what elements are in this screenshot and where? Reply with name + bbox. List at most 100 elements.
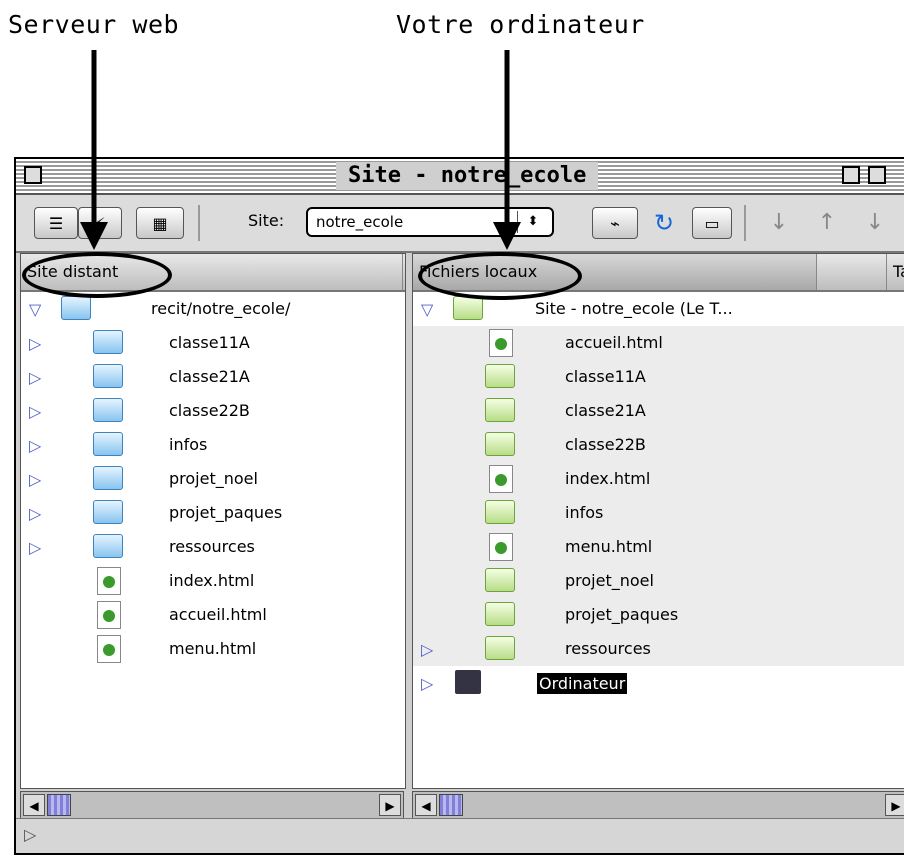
remote-list-item[interactable]: ▷ classe11A	[21, 326, 405, 360]
disclosure-closed-icon[interactable]: ▷	[29, 402, 43, 421]
local-list-item[interactable]: classe21A	[413, 394, 904, 428]
local-column-size: Tai	[887, 254, 904, 290]
status-bar: ▷	[16, 818, 904, 853]
local-root-label: Site - notre_ecole (Le T...	[535, 299, 733, 318]
collapse-box-icon[interactable]	[868, 166, 886, 184]
remote-list-item[interactable]: ▷ classe22B	[21, 394, 405, 428]
folder-icon	[485, 636, 515, 660]
folder-icon	[93, 500, 123, 524]
scroll-left-arrow-icon[interactable]: ◀	[415, 794, 437, 816]
folder-icon	[93, 432, 123, 456]
scroll-right-arrow-icon[interactable]: ▶	[885, 794, 904, 816]
local-list-item[interactable]: ▷ ressources	[413, 632, 904, 666]
local-list-item[interactable]: index.html	[413, 462, 904, 496]
toolbar-separator	[198, 205, 200, 241]
remote-list-item[interactable]: menu.html	[21, 632, 405, 666]
local-list-item[interactable]: menu.html	[413, 530, 904, 564]
disclosure-closed-icon[interactable]: ▷	[421, 674, 435, 693]
disclosure-closed-icon[interactable]: ▷	[29, 538, 43, 557]
zoom-box-icon[interactable]	[842, 166, 860, 184]
local-column-blank	[817, 254, 887, 290]
local-list-item[interactable]: classe11A	[413, 360, 904, 394]
remote-scrollbar[interactable]: ◀ ▶	[20, 791, 404, 819]
site-map-button[interactable]: ⚡	[78, 207, 122, 239]
local-item-label: classe22B	[565, 435, 646, 454]
status-disclosure-icon[interactable]: ▷	[24, 825, 36, 844]
close-box-icon[interactable]	[24, 166, 42, 184]
folder-icon	[93, 398, 123, 422]
remote-item-label: accueil.html	[169, 605, 267, 624]
toolbar-separator	[744, 205, 746, 241]
serveur-web-label: Serveur web	[8, 10, 180, 39]
html-file-icon	[97, 601, 121, 629]
html-file-icon	[489, 329, 513, 357]
site-files-button[interactable]: ▦	[136, 207, 184, 239]
folder-icon	[485, 432, 515, 456]
local-item-label: projet_paques	[565, 605, 679, 624]
folder-icon	[485, 500, 515, 524]
site-label: Site:	[248, 211, 285, 230]
computer-label: Ordinateur	[537, 673, 628, 694]
remote-item-label: infos	[169, 435, 208, 454]
disclosure-open-icon[interactable]: ▽	[29, 300, 43, 319]
folder-icon	[93, 364, 123, 388]
computer-row[interactable]: ▷ Ordinateur	[413, 666, 904, 700]
remote-item-label: classe22B	[169, 401, 250, 420]
site-select[interactable]: notre_ecole ⬍	[306, 207, 554, 237]
local-list-item[interactable]: projet_paques	[413, 598, 904, 632]
local-item-label: infos	[565, 503, 604, 522]
connect-button[interactable]: ⌁	[592, 207, 638, 239]
remote-root-label: recit/notre_ecole/	[151, 299, 291, 318]
local-list-item[interactable]: projet_noel	[413, 564, 904, 598]
sync-arrow-icon[interactable]: ↓	[860, 207, 890, 239]
remote-item-label: projet_noel	[169, 469, 258, 488]
remote-list-item[interactable]: ▷ projet_noel	[21, 462, 405, 496]
remote-item-label: menu.html	[169, 639, 257, 658]
local-list-item[interactable]: infos	[413, 496, 904, 530]
remote-list-item[interactable]: accueil.html	[21, 598, 405, 632]
html-file-icon	[97, 635, 121, 663]
remote-item-label: classe21A	[169, 367, 250, 386]
refresh-icon[interactable]: ↻	[646, 207, 682, 239]
disclosure-closed-icon[interactable]: ▷	[421, 640, 435, 659]
folder-icon	[485, 568, 515, 592]
folder-icon	[93, 534, 123, 558]
html-file-icon	[97, 567, 121, 595]
local-item-label: menu.html	[565, 537, 653, 556]
remote-list-item[interactable]: ▷ infos	[21, 428, 405, 462]
scroll-right-arrow-icon[interactable]: ▶	[379, 794, 401, 816]
local-scrollbar[interactable]: ◀ ▶	[412, 791, 904, 819]
remote-list-item[interactable]: index.html	[21, 564, 405, 598]
votre-ordinateur-label: Votre ordinateur	[396, 10, 645, 39]
get-down-arrow-icon[interactable]: ↓	[764, 207, 794, 239]
local-list-item[interactable]: classe22B	[413, 428, 904, 462]
file-view-button[interactable]: ☰	[34, 207, 78, 239]
remote-list-item[interactable]: ▷ classe21A	[21, 360, 405, 394]
scroll-left-arrow-icon[interactable]: ◀	[23, 794, 45, 816]
log-button[interactable]: ▭	[692, 207, 732, 239]
folder-icon	[93, 466, 123, 490]
put-up-arrow-icon[interactable]: ↑	[812, 207, 842, 239]
remote-item-label: classe11A	[169, 333, 250, 352]
disclosure-open-icon[interactable]: ▽	[421, 300, 435, 319]
remote-highlight-ellipse	[22, 252, 172, 298]
local-list-item[interactable]: accueil.html	[413, 326, 904, 360]
disclosure-closed-icon[interactable]: ▷	[29, 334, 43, 353]
scroll-thumb[interactable]	[47, 794, 71, 816]
disclosure-closed-icon[interactable]: ▷	[29, 470, 43, 489]
local-highlight-ellipse	[418, 252, 582, 300]
remote-list-item[interactable]: ▷ ressources	[21, 530, 405, 564]
html-file-icon	[489, 465, 513, 493]
local-item-label: accueil.html	[565, 333, 663, 352]
local-item-label: ressources	[565, 639, 651, 658]
title-bar[interactable]: Site - notre_ecole	[16, 159, 904, 195]
scroll-thumb[interactable]	[439, 794, 463, 816]
folder-icon	[485, 398, 515, 422]
remote-list-item[interactable]: ▷ projet_paques	[21, 496, 405, 530]
disclosure-closed-icon[interactable]: ▷	[29, 504, 43, 523]
disclosure-closed-icon[interactable]: ▷	[29, 368, 43, 387]
disclosure-closed-icon[interactable]: ▷	[29, 436, 43, 455]
folder-icon	[93, 330, 123, 354]
folder-icon	[485, 364, 515, 388]
folder-icon	[61, 296, 91, 320]
